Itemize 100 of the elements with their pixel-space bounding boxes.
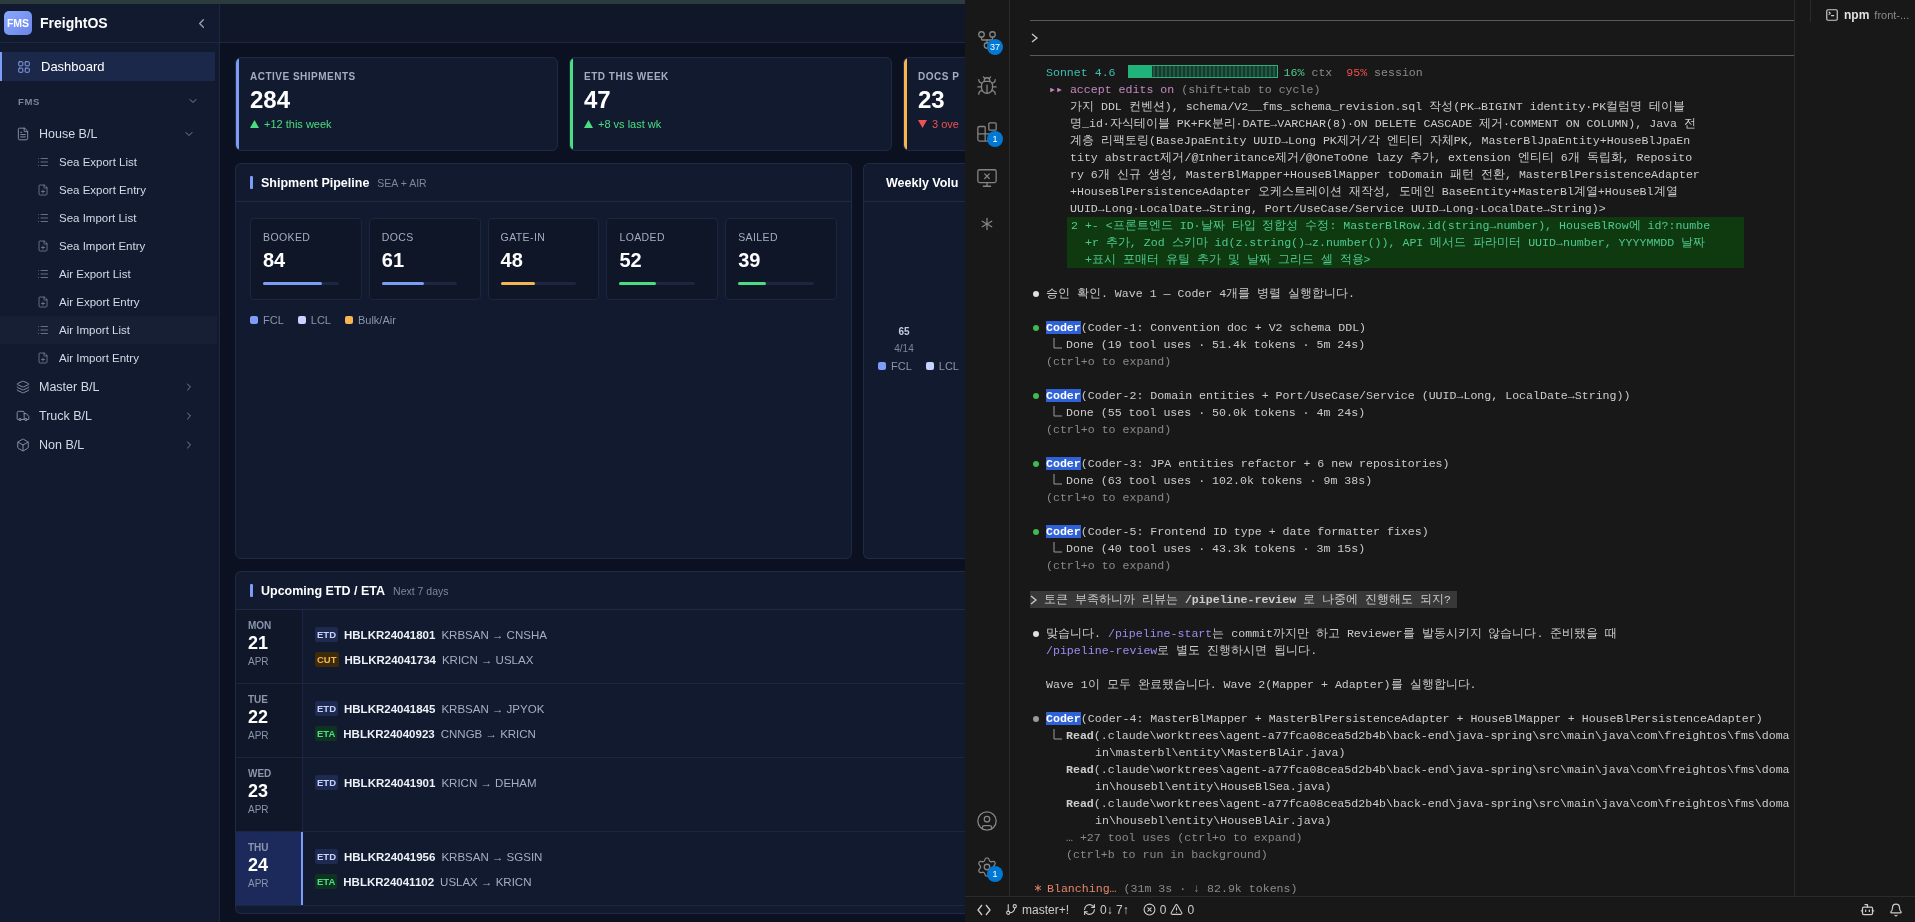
tree-connector-icon (1053, 406, 1062, 417)
warning-icon (1170, 903, 1184, 916)
box-icon (16, 437, 30, 452)
stage-value: 48 (500, 249, 524, 272)
terminal-line: in\housebl\entity\HouseBlSea.java) (1094, 779, 1333, 795)
event-tag: ETD (315, 775, 338, 790)
stat-delta: +12 this week (264, 118, 332, 130)
stat-label: DOCS P (918, 71, 960, 82)
count-badge: 1 (987, 866, 1003, 882)
event-tag: ETA (315, 874, 338, 889)
stage-label: LOADED (619, 231, 666, 243)
panel-title: Shipment Pipeline (261, 175, 370, 190)
legend-label: FCL (263, 314, 284, 326)
bot-icon[interactable] (1860, 902, 1875, 917)
sync-status[interactable]: 0↓ 7↑ (1100, 902, 1129, 917)
diff-line: 2 +- <프론트엔드 ID·날짜 타입 정합성 수정: MasterBlRow.id(string→number), HouseBlRow에 id?:numbe (1071, 218, 1712, 234)
branch-icon (1005, 903, 1018, 916)
task-heading: Coder(Coder-1: Convention doc + V2 schema DDL) (1046, 320, 1367, 336)
nav-item[interactable]: Sea Export Entry (0, 176, 217, 204)
nav-item[interactable]: Air Export List (0, 260, 217, 288)
nav-item[interactable]: Dashboard (0, 52, 215, 81)
day-number: 24 (248, 855, 270, 876)
month-label: APR (248, 878, 270, 889)
terminal-line: Done (63 tool uses · 102.0k tokens · 9m 38s) (1065, 473, 1373, 489)
terminal-line: Wave 1이 모두 완료됐습니다. Wave 2(Mapper + Adapter)를 실행합니다. (1046, 677, 1477, 693)
up-triangle-icon (584, 120, 593, 128)
shipment-ref[interactable]: HBLKR24041956 (344, 850, 436, 863)
nav-item[interactable]: Air Import Entry (0, 344, 217, 372)
shipment-ref[interactable]: HBLKR24041901 (344, 776, 436, 789)
monitor-icon[interactable] (976, 167, 998, 189)
panel-title: Upcoming ETD / ETA (261, 583, 386, 598)
nav-group[interactable]: Truck B/L (0, 401, 219, 430)
legend-label: Bulk/Air (357, 314, 396, 326)
nav-item[interactable]: Air Import List (0, 316, 217, 344)
panel-subtitle: SEA + AIR (377, 176, 427, 189)
terminal-line: ry 6개 신규 생성, MasterBlMapper+HouseBlMapper toDomain 패턴 전환, MasterBlPersistenceAdapter (1069, 167, 1701, 183)
diff-line: +r 추가, Zod 스키마 id(z.string()→z.number()), API 메서드 파라미터 UUID→number, YYYYMMDD 날짜 (1084, 235, 1707, 251)
event-tag: ETD (315, 701, 338, 716)
day-cell[interactable]: WED 23 APR (236, 758, 303, 831)
legend-label: FCL (891, 360, 912, 372)
layers-icon (16, 379, 30, 394)
error-count[interactable]: 0 (1159, 902, 1167, 917)
event-tag: ETA (315, 726, 338, 741)
route-text: KRBSAN → JPYOK (441, 702, 545, 715)
extensions-icon[interactable] (976, 121, 998, 143)
file-plus-icon (37, 352, 49, 364)
task-heading: Coder(Coder-2: Domain entities + Port/UseCase/Service (UUID→Long, LocalDate→String)) (1046, 388, 1631, 404)
event-tag: CUT (315, 652, 339, 667)
task-heading: Coder(Coder-3: JPA entities refactor + 6 new repositories) (1046, 456, 1450, 472)
nav-item[interactable]: Sea Import List (0, 204, 217, 232)
weekday-label: MON (248, 620, 273, 631)
diff-line: +표시 포매터 유틸 추가 및 날짜 그리드 셀 적용> (1084, 252, 1372, 268)
truck-icon (16, 408, 30, 423)
terminal-line: … +27 tool uses (ctrl+o to expand) (1065, 830, 1304, 846)
day-number: 23 (248, 781, 270, 802)
terminal-line: Read(.claude\worktrees\agent-a77fca08cea5d2b4b\back-end\java-spring\src\main\java\com\freightos\fms\doma (1066, 762, 1790, 778)
nav-group[interactable]: Non B/L (0, 430, 219, 459)
shipment-ref[interactable]: HBLKR24041102 (343, 875, 435, 888)
terminal-tab-label[interactable]: npm (1844, 8, 1870, 22)
route-text: KRBSAN → CNSHA (441, 628, 547, 641)
nav-group[interactable]: House B/L (0, 119, 219, 148)
day-cell[interactable]: TUE 22 APR (236, 684, 303, 757)
file-plus-icon (37, 240, 49, 252)
up-triangle-icon (250, 120, 259, 128)
stat-value: 47 (584, 86, 612, 114)
task-heading: Coder(Coder-4: MasterBlMapper + MasterBlPersistenceAdapter + HouseBlMapper + HouseBlPersistenceAdapter) (1046, 711, 1763, 727)
warning-count[interactable]: 0 (1187, 902, 1195, 917)
bar-label: 4/14 (894, 343, 914, 354)
shipment-ref[interactable]: HBLKR24041845 (344, 702, 436, 715)
count-badge: 1 (987, 131, 1003, 147)
nav-item[interactable]: Sea Export List (0, 148, 217, 176)
route-text: KRICN → DEHAM (441, 776, 537, 789)
error-icon (1142, 903, 1156, 916)
day-number: 21 (248, 633, 270, 654)
day-cell[interactable]: MON 21 APR (236, 610, 303, 683)
bug-icon[interactable] (976, 75, 998, 97)
day-cell[interactable]: THU 24 APR (236, 832, 303, 905)
logo-badge: FMS (4, 11, 32, 35)
remote-icon[interactable] (977, 903, 991, 916)
bell-icon[interactable] (1889, 902, 1903, 917)
list-icon (37, 324, 49, 336)
shipment-ref[interactable]: HBLKR24041734 (344, 653, 436, 666)
nav-item[interactable]: Air Export Entry (0, 288, 217, 316)
nav-item[interactable]: Sea Import Entry (0, 232, 217, 260)
stat-delta: 3 ove (932, 118, 959, 130)
month-label: APR (248, 656, 270, 667)
prompt-chevron-icon (1031, 33, 1039, 43)
mode-status: ▸▸ accept edits on (shift+tab to cycle) (1048, 82, 1322, 98)
shipment-ref[interactable]: HBLKR24040923 (343, 727, 435, 740)
terminal-line: in\housebl\entity\HouseBlAir.java) (1094, 813, 1333, 829)
terminal-line: 맞습니다. /pipeline-start는 commit까지만 하고 Reviewer를 발동시키지 않습니다. 준비됐을 때 (1046, 626, 1618, 642)
account-icon[interactable] (976, 810, 998, 832)
route-text: CNNGB → KRICN (440, 727, 536, 740)
source-control-icon[interactable] (976, 29, 998, 51)
branch-name[interactable]: master+! (1022, 902, 1069, 917)
nav-group[interactable]: Master B/L (0, 372, 219, 401)
weekday-label: WED (248, 768, 273, 779)
shipment-ref[interactable]: HBLKR24041801 (344, 628, 436, 641)
terminal-line: (ctrl+o to expand) (1045, 422, 1173, 438)
sync-icon (1083, 903, 1096, 916)
